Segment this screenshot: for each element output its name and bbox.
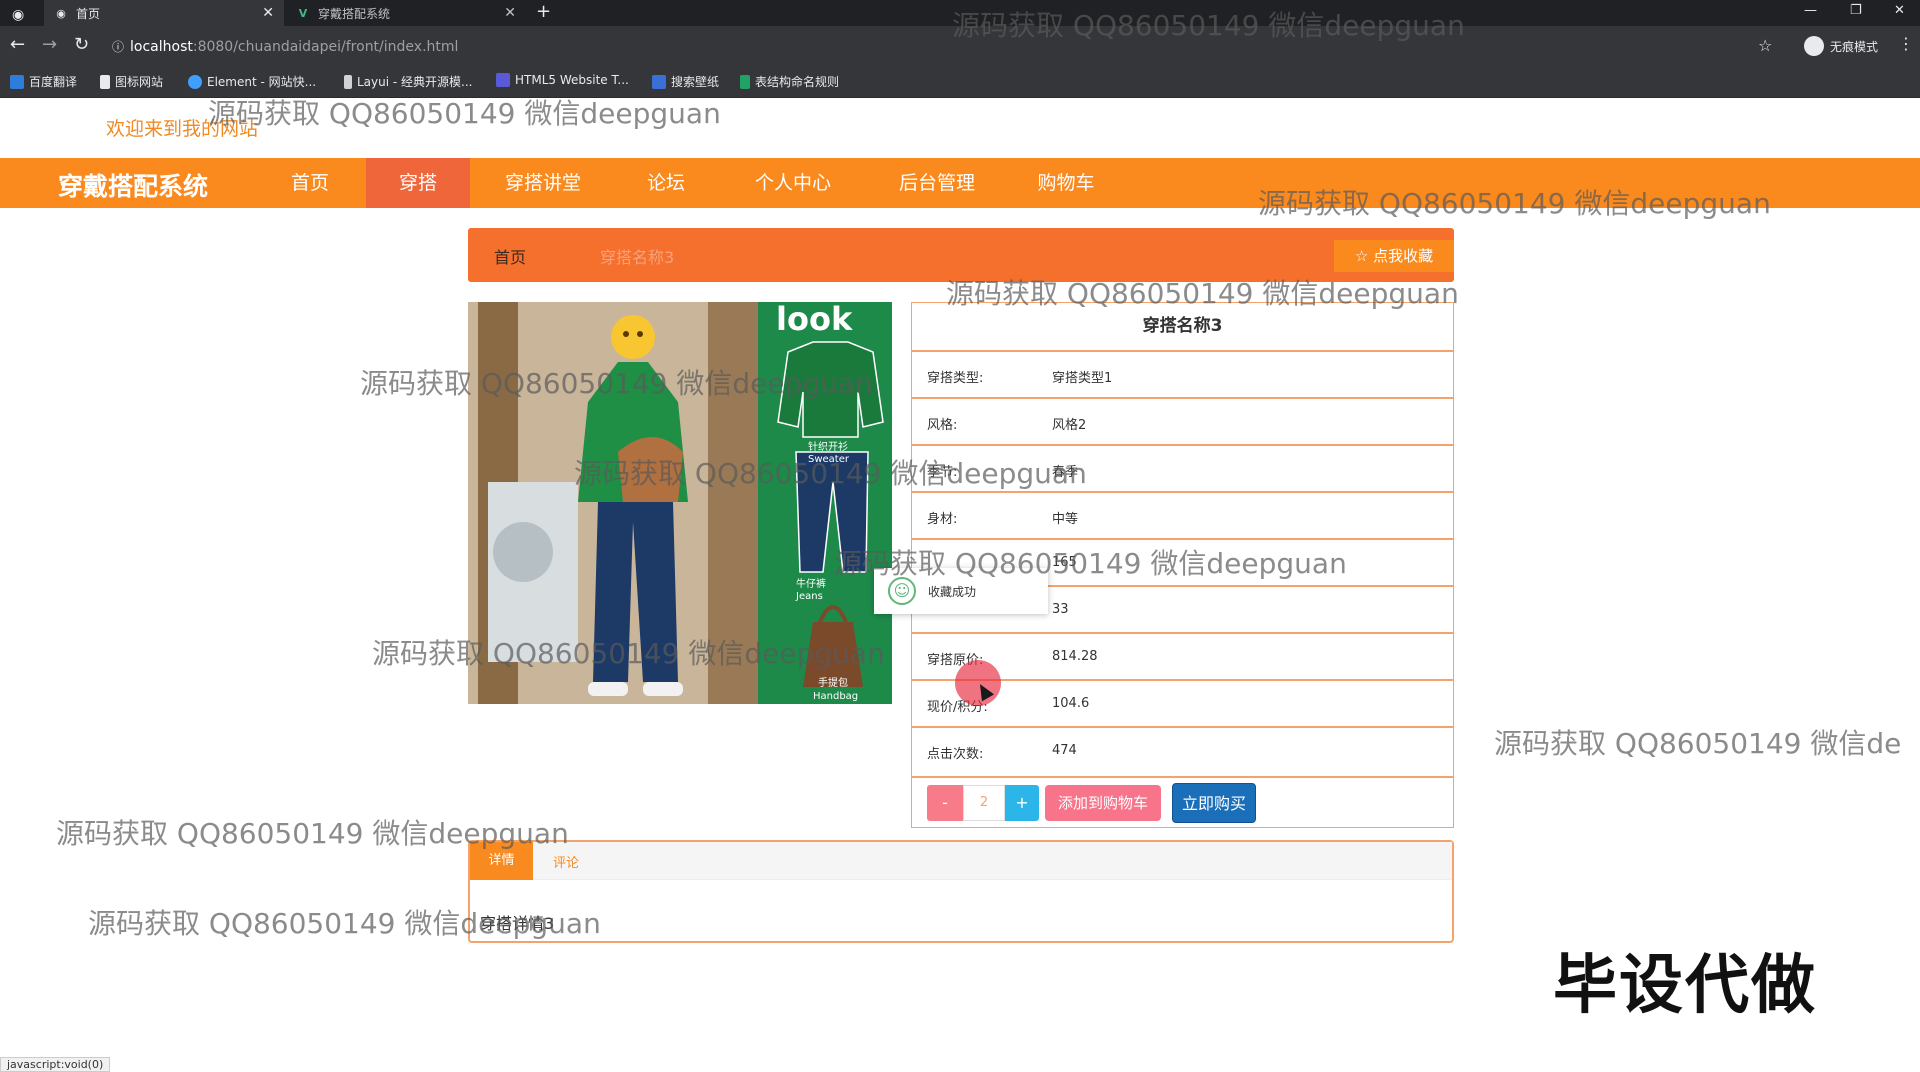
bookmark-item[interactable]: 搜索壁纸	[652, 73, 719, 90]
bookmark-label: HTML5 Website T...	[515, 73, 629, 87]
nav-admin[interactable]: 后台管理	[880, 158, 994, 208]
bookmark-label: Element - 网站快...	[207, 75, 317, 89]
watermark-text: 源码获取 QQ86050149 微信deepguan	[360, 367, 873, 400]
bookmark-item[interactable]: Layui - 经典开源模...	[344, 73, 472, 90]
detail-row: 身材: 中等	[911, 491, 1454, 538]
detail-label: 风格:	[927, 418, 958, 433]
stamp-text: 毕设代做	[1553, 949, 1817, 1023]
detail-value: 104.6	[1052, 696, 1090, 711]
detail-row: 穿搭类型: 穿搭类型1	[911, 350, 1454, 397]
bookmark-label: 百度翻译	[29, 75, 78, 89]
jeans-en-text: Jeans	[795, 591, 823, 602]
bookmark-item[interactable]: 百度翻译	[10, 73, 77, 90]
bag-en-text: Handbag	[813, 691, 858, 702]
quantity-increase-button[interactable]: +	[1005, 785, 1039, 821]
site-brand[interactable]: 穿戴搭配系统	[58, 167, 208, 203]
incognito-label: 无痕模式	[1829, 39, 1878, 54]
bag-cn-text: 手提包	[818, 676, 848, 689]
watermark-text: 源码获取 QQ86050149 微信deepguan	[208, 97, 721, 130]
quantity-decrease-button[interactable]: -	[927, 785, 963, 821]
watermark-text: 源码获取 QQ86050149 微信deepguan	[372, 637, 885, 670]
url-field[interactable]: ⓘ localhost:8080/chuandaidapei/front/inde…	[112, 33, 458, 61]
quantity-input[interactable]: 2	[963, 785, 1005, 821]
watermark-text: 源码获取 QQ86050149 微信deepguan	[834, 547, 1347, 580]
click-indicator	[955, 660, 1001, 706]
wallpaper-icon	[652, 74, 666, 89]
browser-tab-home[interactable]: ◉ 首页 ✕	[44, 0, 284, 26]
bookmark-item[interactable]: 图标网站	[100, 73, 163, 90]
back-icon[interactable]: ←	[10, 34, 25, 55]
browser-tab-title: 首页	[76, 6, 101, 21]
incognito-icon	[1803, 36, 1824, 56]
browser-tab-title: 穿戴搭配系统	[318, 6, 391, 21]
info-icon: ⓘ	[112, 40, 125, 54]
nav-outfits[interactable]: 穿搭	[366, 158, 470, 208]
url-host: localhost	[130, 39, 193, 55]
html5-icon	[496, 73, 510, 87]
nav-lecture[interactable]: 穿搭讲堂	[486, 158, 600, 208]
new-tab-icon[interactable]: +	[536, 0, 551, 26]
detail-value: 33	[1052, 602, 1069, 617]
element-icon	[188, 74, 202, 89]
bookmark-star-icon[interactable]: ☆	[1758, 36, 1772, 55]
bookmark-item[interactable]: 表结构命名规则	[740, 73, 839, 90]
add-to-cart-button[interactable]: 添加到购物车	[1045, 785, 1161, 821]
watermark-text: 源码获取 QQ86050149 微信deepguan	[946, 277, 1459, 310]
incognito-indicator[interactable]: 无痕模式	[1803, 36, 1878, 56]
bookmark-label: 图标网站	[115, 75, 164, 89]
close-window-icon[interactable]: ✕	[1894, 0, 1905, 26]
detail-row: 风格: 风格2	[911, 397, 1454, 444]
detail-tabs-header	[470, 842, 1452, 880]
url-path: :8080/chuandaidapei/front/index.html	[192, 39, 459, 55]
bookmark-label: 搜索壁纸	[671, 75, 720, 89]
browser-tab-system[interactable]: V 穿戴搭配系统 ✕	[286, 0, 526, 26]
detail-label: 穿搭类型:	[927, 371, 984, 386]
tab-comments[interactable]: 评论	[553, 852, 579, 871]
close-tab-icon[interactable]: ✕	[262, 5, 274, 21]
look-text: look	[776, 302, 853, 338]
reload-icon[interactable]: ↻	[74, 34, 89, 55]
minimize-icon[interactable]: —	[1804, 0, 1817, 26]
breadcrumb-current: 穿搭名称3	[600, 248, 675, 267]
detail-row: 点击次数: 474	[911, 726, 1454, 773]
close-tab-icon[interactable]: ✕	[504, 5, 516, 21]
detail-value: 474	[1052, 743, 1077, 758]
watermark-text: 源码获取 QQ86050149 微信deepguan	[88, 907, 601, 940]
nav-profile[interactable]: 个人中心	[736, 158, 850, 208]
restore-icon[interactable]: ❐	[1850, 0, 1862, 26]
translate-icon	[10, 74, 24, 89]
bookmark-item[interactable]: Element - 网站快...	[188, 73, 316, 90]
status-bar-url: javascript:void(0)	[0, 1057, 111, 1072]
buy-now-button[interactable]: 立即购买	[1172, 783, 1256, 823]
jeans-cn-text: 牛仔裤	[796, 577, 826, 590]
bookmark-item[interactable]: HTML5 Website T...	[496, 73, 629, 87]
layui-icon	[344, 74, 352, 89]
globe-icon: ◉	[56, 6, 66, 20]
toast-text: 收藏成功	[928, 585, 977, 599]
watermark-text: 源码获取 QQ86050149 微信deepguan	[952, 9, 1465, 42]
vue-icon: V	[298, 6, 308, 20]
detail-value: 中等	[1052, 512, 1079, 527]
detail-value: 穿搭类型1	[1052, 371, 1113, 386]
forward-icon[interactable]: →	[42, 34, 57, 55]
detail-label: 点击次数:	[927, 747, 984, 762]
bookmark-label: 表结构命名规则	[755, 75, 840, 89]
watermark-text: 源码获取 QQ86050149 微信deepguan	[1258, 187, 1771, 220]
nav-home[interactable]: 首页	[258, 158, 362, 208]
bookmark-label: Layui - 经典开源模...	[357, 75, 473, 89]
flag-icon	[100, 74, 110, 89]
breadcrumb-home[interactable]: 首页	[494, 244, 526, 268]
nav-forum[interactable]: 论坛	[614, 158, 718, 208]
watermark-text: 源码获取 QQ86050149 微信deepguan	[56, 817, 569, 850]
detail-value: 风格2	[1052, 418, 1087, 433]
sheet-icon	[740, 74, 750, 89]
nav-cart[interactable]: 购物车	[1014, 158, 1118, 208]
watermark-text: 源码获取 QQ86050149 微信de	[1494, 727, 1902, 760]
collect-button[interactable]: ☆ 点我收藏	[1334, 240, 1454, 272]
browser-more-icon[interactable]: ⋮	[1898, 34, 1914, 53]
detail-label: 身材:	[927, 512, 958, 527]
watermark-text: 源码获取 QQ86050149 微信deepguan	[574, 457, 1087, 490]
detail-value: 814.28	[1052, 649, 1098, 664]
